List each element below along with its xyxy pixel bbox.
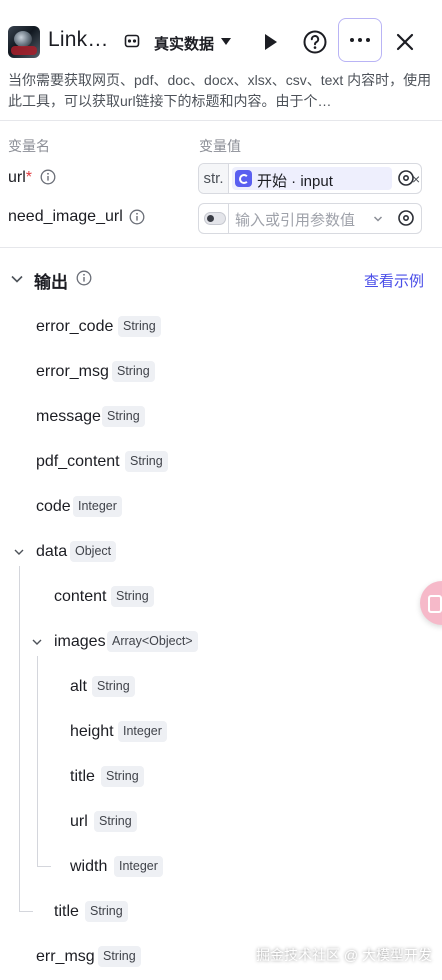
- output-field-name: content: [54, 588, 107, 605]
- output-field-name: err_msg: [36, 948, 95, 965]
- node-description: 当你需要获取网页、pdf、doc、docx、xlsx、csv、text 内容时，…: [8, 72, 432, 109]
- plugin-logo: [8, 26, 40, 58]
- type-badge: Integer: [114, 856, 163, 877]
- tree-guide: [19, 911, 33, 912]
- see-example-link[interactable]: 查看示例: [364, 270, 424, 291]
- help-icon[interactable]: [302, 29, 328, 55]
- type-badge: String: [85, 901, 128, 922]
- output-field-name: width: [70, 858, 108, 875]
- start-node-icon: [235, 170, 252, 187]
- chevron-down-icon[interactable]: [373, 214, 383, 224]
- type-badge: String: [98, 946, 141, 967]
- output-field-name: error_msg: [36, 363, 109, 380]
- info-icon[interactable]: [76, 270, 92, 286]
- reference-chip[interactable]: 开始 · input ×: [232, 167, 420, 190]
- value-input-placeholder[interactable]: 输入或引用参数值: [235, 209, 355, 230]
- node-title[interactable]: Link…: [48, 28, 109, 52]
- type-badge: String: [118, 316, 161, 337]
- reference-text: 开始 · input: [257, 173, 333, 190]
- database-icon[interactable]: [124, 34, 140, 48]
- type-badge: String: [94, 811, 137, 832]
- column-header-value: 变量值: [199, 138, 241, 154]
- watermark: 掘金技术社区 @ 大模型开发: [256, 947, 432, 963]
- caret-down-icon[interactable]: [221, 38, 231, 45]
- column-header-name: 变量名: [8, 138, 50, 154]
- type-badge: Array<Object>: [107, 631, 198, 652]
- boolean-toggle[interactable]: [204, 212, 226, 225]
- output-field-name: alt: [70, 678, 87, 695]
- output-field-name: message: [36, 408, 101, 425]
- tree-guide: [37, 866, 51, 867]
- param-name: url: [8, 169, 26, 186]
- info-icon[interactable]: [129, 209, 145, 225]
- close-icon[interactable]: [394, 31, 416, 53]
- type-badge: String: [101, 766, 144, 787]
- param-label-need-image-url: need_image_url: [8, 208, 123, 225]
- tree-guide: [37, 656, 38, 867]
- type-badge: String: [102, 406, 145, 427]
- output-field-name: code: [36, 498, 71, 515]
- data-mode-select[interactable]: 真实数据: [154, 33, 214, 54]
- divider: [0, 120, 442, 121]
- chevron-down-icon[interactable]: [10, 272, 24, 286]
- node-header: Link… 真实数据: [0, 0, 442, 66]
- settings-icon[interactable]: [397, 209, 415, 227]
- type-badge: String: [112, 361, 155, 382]
- type-badge: Integer: [73, 496, 122, 517]
- output-field-name: data: [36, 543, 68, 560]
- url-value-field[interactable]: str. 开始 · input ×: [198, 163, 422, 194]
- output-field-name: error_code: [36, 318, 114, 335]
- output-field-name: pdf_content: [36, 453, 120, 470]
- settings-icon[interactable]: [397, 169, 415, 187]
- type-badge: String: [125, 451, 168, 472]
- info-icon[interactable]: [40, 169, 56, 185]
- more-options-button[interactable]: [338, 18, 382, 62]
- type-badge: String: [92, 676, 135, 697]
- output-field-name: height: [70, 723, 114, 740]
- field-divider: [228, 204, 229, 233]
- output-field-name: images: [54, 633, 106, 650]
- param-label-url: url*: [8, 169, 32, 187]
- need-image-url-field[interactable]: 输入或引用参数值: [198, 203, 422, 234]
- chevron-down-icon[interactable]: [31, 636, 43, 648]
- divider: [0, 247, 442, 248]
- floating-assistant-button[interactable]: [420, 581, 442, 625]
- output-field-name: title: [70, 768, 95, 785]
- required-mark: *: [25, 169, 33, 186]
- output-section-title[interactable]: 输出: [34, 268, 68, 293]
- type-selector[interactable]: str.: [199, 164, 229, 193]
- tree-guide: [19, 566, 20, 912]
- chevron-down-icon[interactable]: [13, 546, 25, 558]
- type-badge: Integer: [118, 721, 167, 742]
- type-badge: Object: [70, 541, 117, 562]
- output-field-name: title: [54, 903, 79, 920]
- type-badge: String: [111, 586, 154, 607]
- output-field-name: url: [70, 813, 88, 830]
- play-icon[interactable]: [258, 30, 282, 54]
